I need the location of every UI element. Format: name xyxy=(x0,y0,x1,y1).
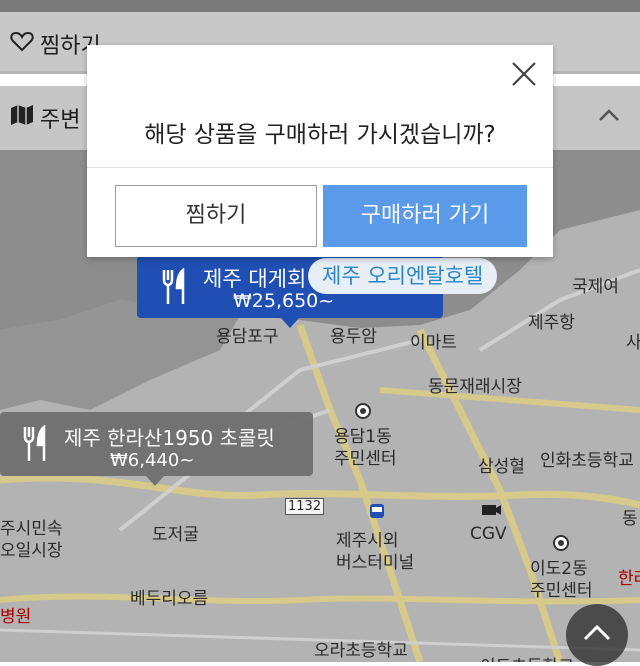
map-icon xyxy=(11,105,33,125)
fork-knife-icon xyxy=(23,425,46,461)
map-label: 제주항 xyxy=(528,313,575,333)
pin-title: 제주 대게회 xyxy=(203,267,307,291)
hotel-tag[interactable]: 제주 오리엔탈호텔 xyxy=(308,258,498,294)
map-label: 인화초등학교 xyxy=(540,451,634,471)
map-label: 오일시장 xyxy=(0,541,63,561)
pin-price: ₩25,650~ xyxy=(233,290,335,312)
map-label: 동 xyxy=(622,509,638,529)
poi-marker-icon xyxy=(355,403,371,419)
top-bar xyxy=(0,0,640,12)
map-label: 오라초등학교 xyxy=(314,641,408,661)
map-label: CGV xyxy=(470,524,507,544)
pin-tail xyxy=(146,476,164,486)
scroll-top-icon xyxy=(583,624,611,641)
dialog-divider xyxy=(87,167,553,168)
zzim-button[interactable]: 찜하기 xyxy=(115,185,317,247)
map-label: 국제여 xyxy=(572,277,619,297)
chevron-up-icon[interactable] xyxy=(598,108,620,122)
map-label: 병원 xyxy=(0,607,32,627)
pin-title: 제주 한라산1950 초콜릿 xyxy=(64,426,275,450)
map-label: 삼성혈 xyxy=(478,457,525,477)
bus-icon xyxy=(370,504,384,518)
map-label: 동문재래시장 xyxy=(428,377,522,397)
map-label: 주민센터 xyxy=(530,581,593,601)
dialog-message: 해당 상품을 구매하러 가시겠습니까? xyxy=(144,122,496,148)
map-label: 용담포구 xyxy=(216,327,279,347)
close-icon[interactable] xyxy=(509,59,539,89)
map-label: 이마트 xyxy=(410,333,457,353)
buy-button[interactable]: 구매하러 가기 xyxy=(323,185,527,247)
map-label: 도저굴 xyxy=(152,525,199,545)
purchase-confirm-dialog: 해당 상품을 구매하러 가시겠습니까? 찜하기 구매하러 가기 xyxy=(87,45,553,257)
poi-marker-icon xyxy=(553,535,569,551)
map-label: 베두리오름 xyxy=(130,589,209,609)
map-label: 한라 xyxy=(618,569,640,589)
road-number: 1132 xyxy=(285,498,325,515)
pin-price: ₩6,440~ xyxy=(110,450,195,471)
camera-icon xyxy=(482,505,501,515)
heart-icon xyxy=(10,31,34,52)
nearby-row-label: 주변 xyxy=(40,108,81,133)
map-label: 용두암 xyxy=(330,327,377,347)
product-pin-chocolate[interactable]: 제주 한라산1950 초콜릿 ₩6,440~ xyxy=(0,412,313,486)
map-label: 이도초등학교 xyxy=(480,652,574,662)
map-label: 주민센터 xyxy=(334,449,397,469)
pin-tail xyxy=(281,318,299,328)
map-label: 버스터미널 xyxy=(336,553,415,573)
map-label: 사 xyxy=(626,333,640,353)
fork-knife-icon xyxy=(162,268,185,304)
scroll-top-button[interactable] xyxy=(566,604,628,666)
